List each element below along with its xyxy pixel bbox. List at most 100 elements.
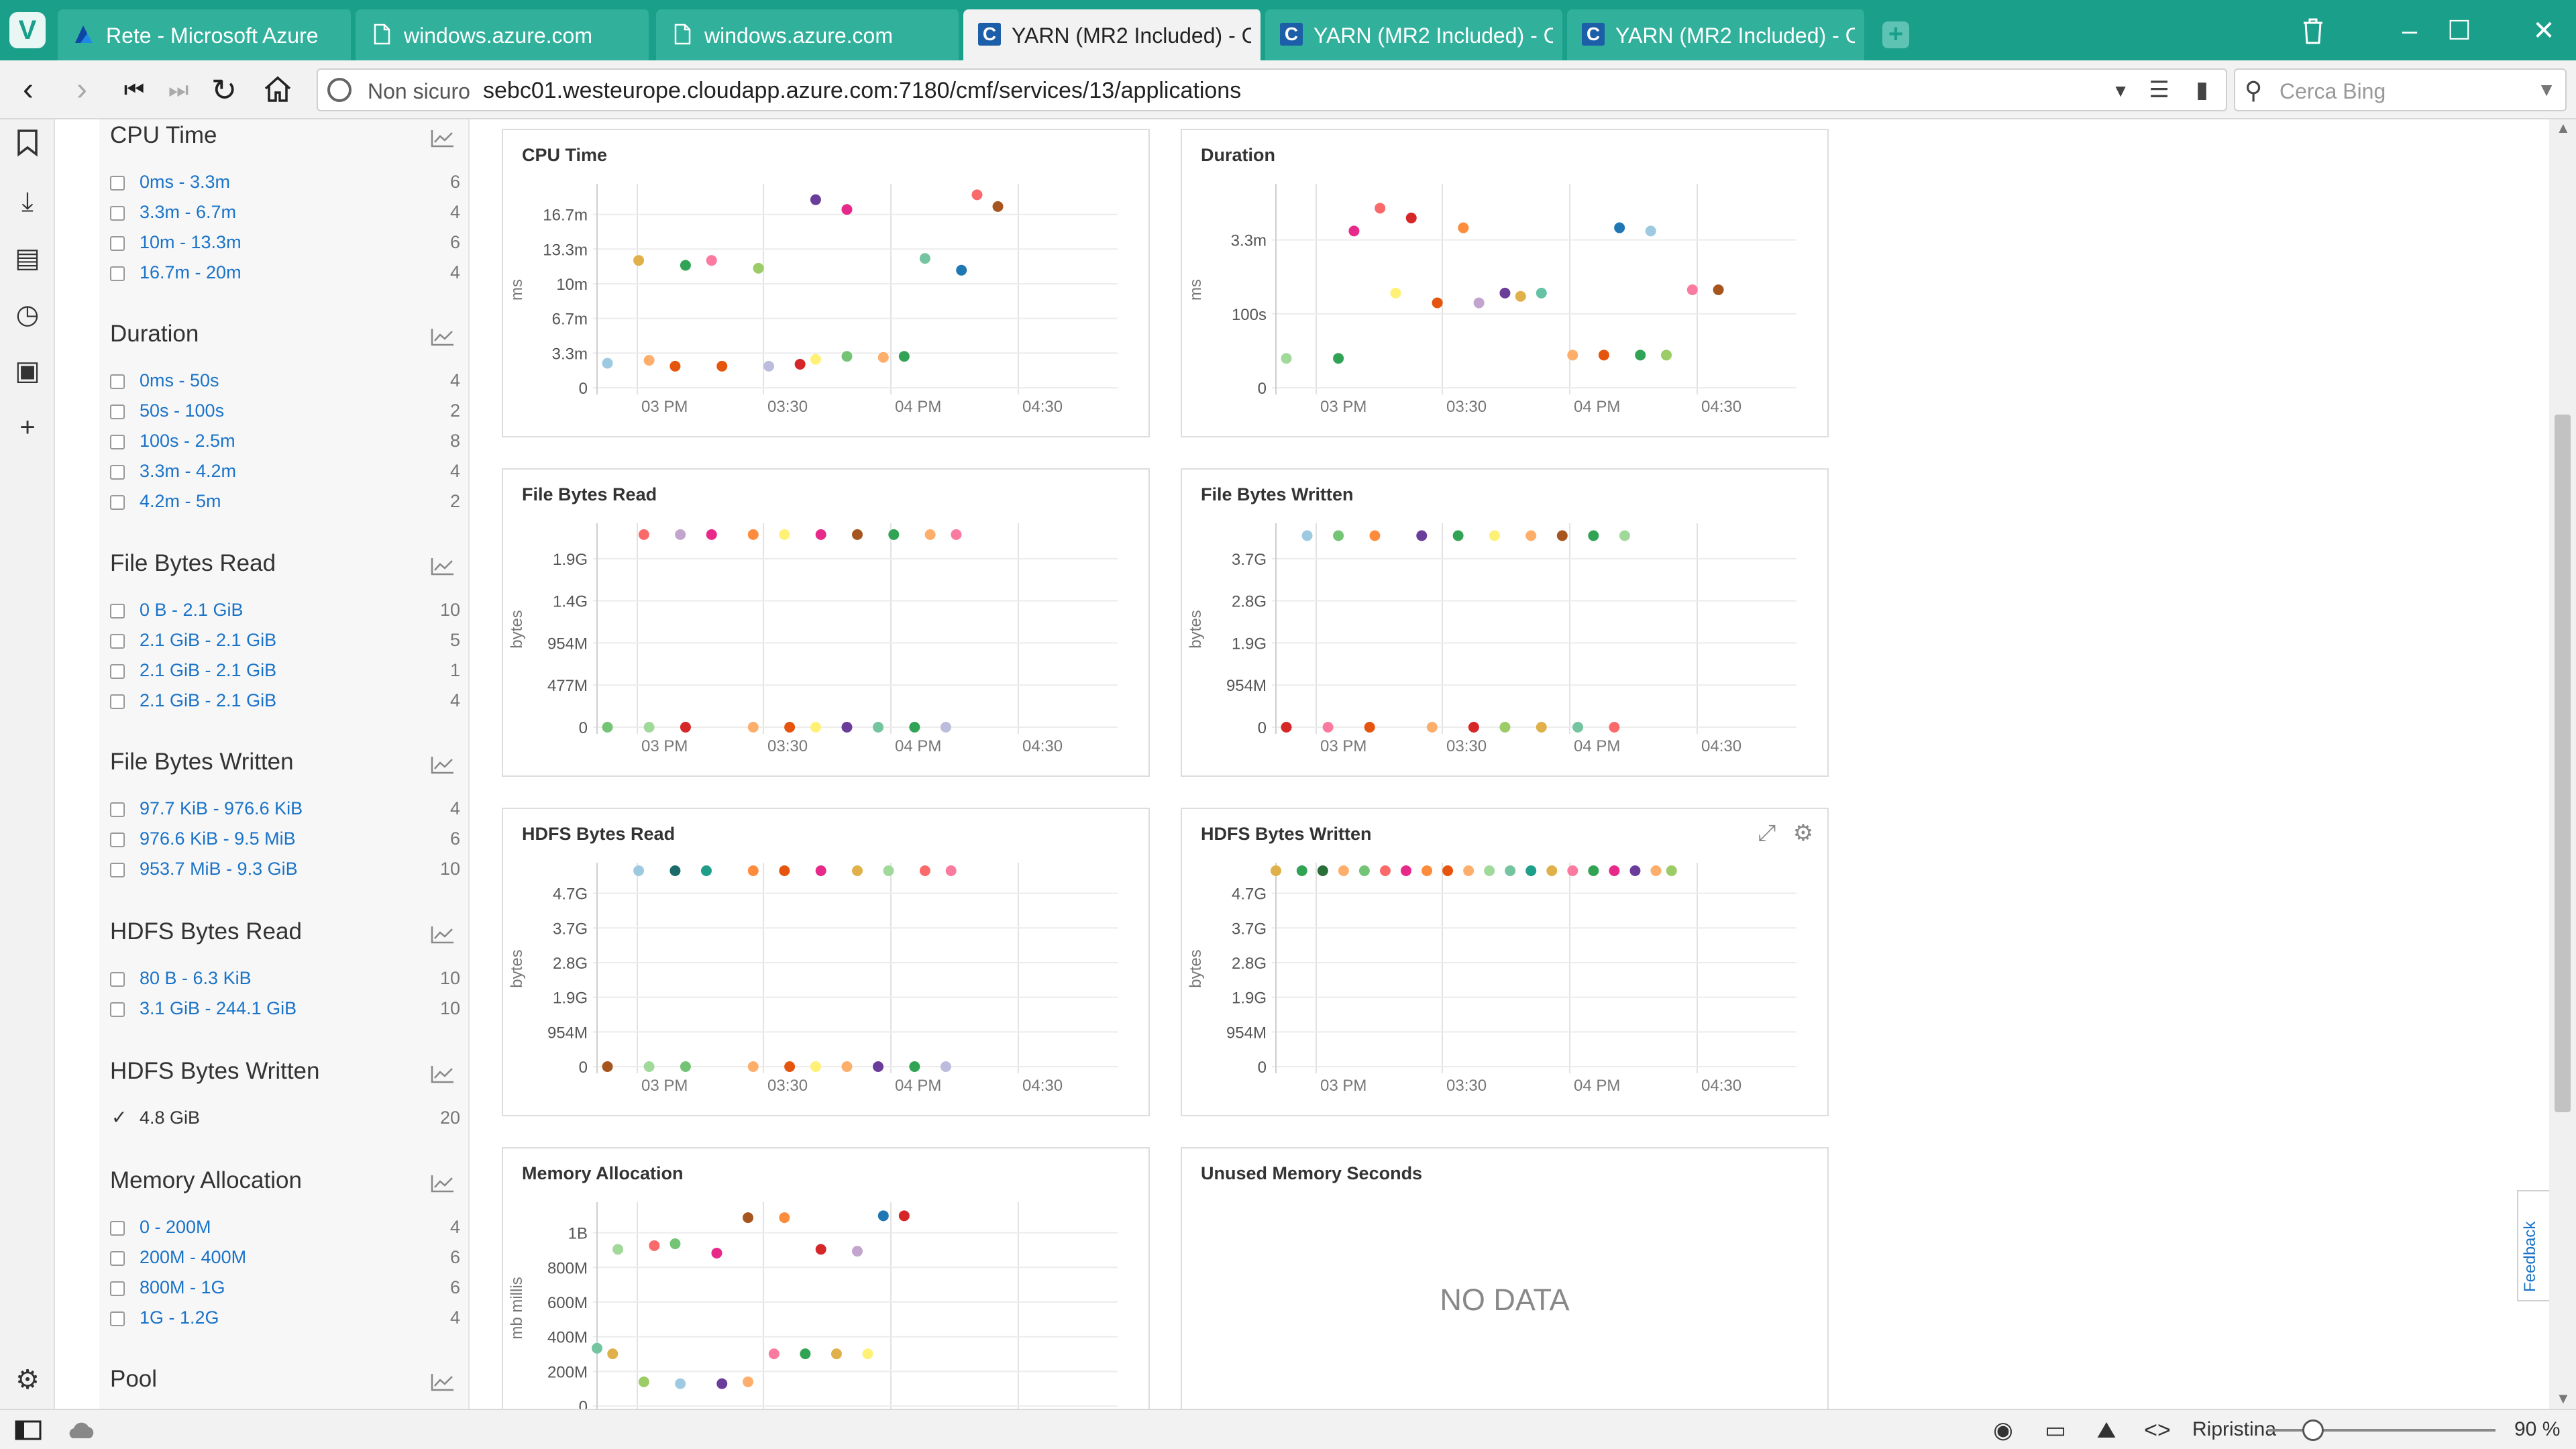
facet-checkbox[interactable] [110,604,125,619]
facet-option-label[interactable]: 3.1 GiB - 244.1 GiB [140,998,297,1019]
rewind-button[interactable]: ⏮ [114,70,154,110]
facet-checkbox[interactable] [110,863,125,877]
tab-windows-azure-1[interactable]: windows.azure.com [356,9,651,60]
back-button[interactable]: ‹ [8,70,48,110]
facet-option[interactable]: 97.7 KiB - 976.6 KiB 4 [110,797,460,824]
data-point[interactable] [1499,287,1511,299]
data-point[interactable] [1588,530,1599,541]
data-point[interactable] [1442,865,1454,876]
maximize-button[interactable]: ☐ [2439,12,2479,50]
data-point[interactable] [810,194,821,205]
facet-option-label[interactable]: 100s - 2.5m [140,431,235,451]
facet-checkbox[interactable] [110,1251,125,1266]
data-point[interactable] [1713,284,1724,295]
facet-option-label[interactable]: 3.3m - 6.7m [140,202,236,223]
facet-checkbox[interactable] [110,206,125,221]
facet-checkbox[interactable] [110,266,125,281]
facet-option-label[interactable]: 80 B - 6.3 KiB [140,968,252,989]
data-point[interactable] [602,1061,613,1072]
tab-yarn-3[interactable]: C YARN (MR2 Included) - Clou [1567,9,1866,60]
data-point[interactable] [919,253,930,264]
data-point[interactable] [1598,350,1609,361]
home-button[interactable] [258,70,298,110]
address-bar[interactable]: Non sicuro sebc01.westeurope.cloudapp.az… [317,68,2227,111]
facet-option-label[interactable]: 1G - 1.2G [140,1307,219,1328]
facet-checkbox[interactable] [110,374,125,389]
data-point[interactable] [873,1061,884,1072]
scrollbar-thumb[interactable] [2555,415,2571,1112]
facet-option[interactable]: 0 B - 2.1 GiB 10 [110,598,460,625]
zoom-reset-label[interactable]: Ripristina [2192,1418,2276,1441]
data-point[interactable] [1333,530,1344,541]
facet-option[interactable]: 800M - 1G 6 [110,1276,460,1303]
data-point[interactable] [779,865,790,876]
data-point[interactable] [643,1061,655,1072]
data-point[interactable] [852,865,863,876]
facet-checkbox[interactable] [110,405,125,419]
tiling-icon[interactable]: ▭ [2039,1417,2072,1444]
facet-option-label[interactable]: 800M - 1G [140,1277,225,1298]
facet-chart-icon[interactable] [431,1174,455,1193]
data-point[interactable] [1421,865,1433,876]
facet-chart-icon[interactable] [431,755,455,774]
facet-option[interactable]: 4.2m - 5m 2 [110,490,460,517]
facet-chart-icon[interactable] [431,1065,455,1083]
data-point[interactable] [643,355,655,366]
data-point[interactable] [1489,530,1500,541]
url-dropdown-icon[interactable]: ▼ [2112,80,2129,101]
data-point[interactable] [1635,350,1646,361]
data-point[interactable] [852,1246,863,1257]
data-point[interactable] [794,358,806,370]
data-point[interactable] [1619,530,1630,541]
data-point[interactable] [1432,297,1443,309]
facet-option-label[interactable]: 976.6 KiB - 9.5 MiB [140,828,296,849]
data-point[interactable] [919,865,930,876]
reader-view-icon[interactable]: ☰ [2149,76,2169,103]
data-point[interactable] [1515,290,1526,302]
facet-option[interactable]: 3.3m - 4.2m 4 [110,460,460,486]
data-point[interactable] [841,351,853,362]
feedback-tab[interactable]: Feedback [2517,1190,2549,1301]
facet-checkbox[interactable] [110,664,125,679]
sync-cloud-icon[interactable] [64,1417,98,1444]
data-point[interactable] [1499,722,1511,733]
data-point[interactable] [643,722,655,733]
trash-icon[interactable] [2293,12,2333,50]
page-scrollbar[interactable]: ▲ ▼ [2549,119,2576,1409]
facet-checkbox[interactable] [110,176,125,191]
data-point[interactable] [1546,865,1558,876]
data-point[interactable] [810,722,821,733]
facet-option-label[interactable]: 50s - 100s [140,400,224,421]
data-point[interactable] [649,1240,660,1251]
images-toggle-icon[interactable]: ⛰ [2090,1417,2123,1444]
data-point[interactable] [956,264,967,276]
data-point[interactable] [743,1212,754,1224]
facet-chart-icon[interactable] [431,925,455,944]
data-point[interactable] [716,360,728,372]
data-point[interactable] [945,865,957,876]
facet-chart-icon[interactable] [431,327,455,346]
data-point[interactable] [1369,530,1381,541]
data-point[interactable] [1375,203,1386,214]
tab-yarn-2[interactable]: C YARN (MR2 Included) - Clou [1265,9,1564,60]
data-point[interactable] [680,722,691,733]
downloads-panel-icon[interactable]: ⤓ [11,185,44,219]
fast-forward-button[interactable]: ⏭ [158,70,199,110]
data-point[interactable] [841,204,853,215]
search-engine-dropdown-icon[interactable]: ▼ [2537,79,2556,101]
data-point[interactable] [841,1061,853,1072]
data-point[interactable] [830,1348,842,1360]
zoom-slider-knob[interactable] [2302,1419,2324,1441]
data-point[interactable] [1614,222,1625,233]
facet-option[interactable]: 50s - 100s 2 [110,399,460,426]
data-point[interactable] [768,1348,780,1360]
data-point[interactable] [747,1061,759,1072]
data-point[interactable] [810,1061,821,1072]
data-point[interactable] [815,529,826,540]
data-point[interactable] [1281,722,1292,733]
facet-option-label[interactable]: 10m - 13.3m [140,232,241,253]
data-point[interactable] [924,529,936,540]
data-point[interactable] [815,1244,826,1255]
data-point[interactable] [743,1376,754,1387]
facet-checkbox[interactable] [110,802,125,817]
